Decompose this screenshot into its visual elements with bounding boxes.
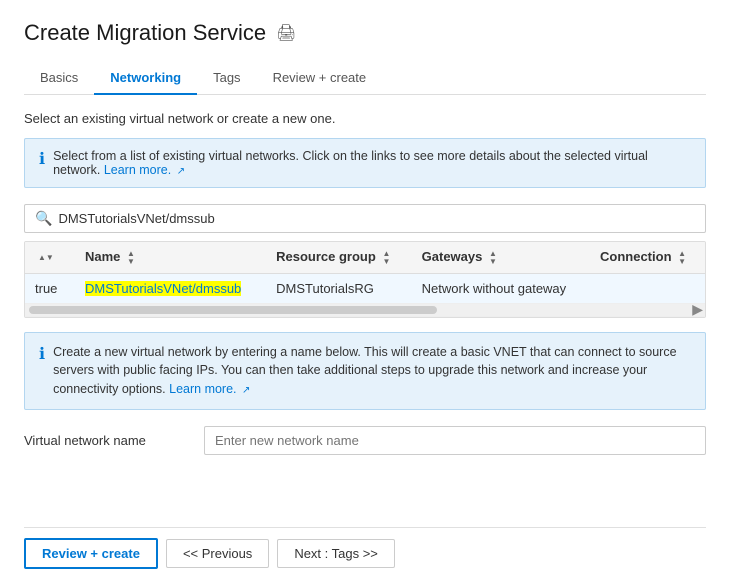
row-gateways: Network without gateway [412, 273, 590, 303]
col-gateways-header[interactable]: Gateways ▲▼ [412, 242, 590, 273]
vnet-name-input[interactable] [204, 426, 706, 455]
vnet-label: Virtual network name [24, 433, 204, 448]
info-box-2-text: Create a new virtual network by entering… [53, 345, 676, 397]
footer: Review + create << Previous Next : Tags … [24, 527, 706, 569]
col-check-header: ▲▼ [25, 242, 75, 273]
row-name-link[interactable]: DMSTutorialsVNet/dmssub [85, 281, 241, 296]
horizontal-scrollbar[interactable]: ▶ [25, 304, 705, 316]
col-rg-header[interactable]: Resource group ▲▼ [266, 242, 412, 273]
row-connection [590, 273, 705, 303]
col-connection-header[interactable]: Connection ▲▼ [590, 242, 705, 273]
scrollbar-row: ▶ [25, 303, 705, 316]
search-box[interactable]: 🔍 [24, 204, 706, 233]
sort-arrows-check[interactable]: ▲▼ [38, 254, 54, 262]
info-box-1-link[interactable]: Learn more. [104, 163, 171, 177]
info-box-2-link[interactable]: Learn more. [169, 382, 236, 396]
virtual-network-row: Virtual network name [24, 426, 706, 455]
review-create-button[interactable]: Review + create [24, 538, 158, 569]
info-box-1: ℹ Select from a list of existing virtual… [24, 138, 706, 188]
col-name-header[interactable]: Name ▲▼ [75, 242, 266, 273]
row-name[interactable]: DMSTutorialsVNet/dmssub [75, 273, 266, 303]
search-icon: 🔍 [35, 210, 52, 227]
sort-arrows-rg[interactable]: ▲▼ [382, 250, 390, 266]
info-box-1-content: Select from a list of existing virtual n… [53, 149, 691, 177]
external-link-icon-1: ↗ [177, 166, 185, 177]
page-title: Create Migration Service [24, 20, 266, 46]
sort-arrows-name[interactable]: ▲▼ [127, 250, 135, 266]
tab-tags[interactable]: Tags [197, 62, 256, 95]
subtitle-text: Select an existing virtual network or cr… [24, 111, 706, 126]
tab-review-create[interactable]: Review + create [257, 62, 383, 95]
info-box-2: ℹ Create a new virtual network by enteri… [24, 332, 706, 410]
info-icon-2: ℹ [39, 343, 45, 367]
info-icon-1: ℹ [39, 149, 45, 169]
previous-button[interactable]: << Previous [166, 539, 269, 568]
tab-basics[interactable]: Basics [24, 62, 94, 95]
tabs-bar: Basics Networking Tags Review + create [24, 62, 706, 95]
print-icon[interactable]: 🖨 [276, 23, 296, 43]
sort-arrows-gateways[interactable]: ▲▼ [489, 250, 497, 266]
search-input[interactable] [58, 211, 695, 226]
row-resource-group: DMSTutorialsRG [266, 273, 412, 303]
network-table: ▲▼ Name ▲▼ Resource group ▲▼ Gateways ▲▼ [24, 241, 706, 318]
scrollbar-thumb[interactable] [29, 306, 437, 314]
next-button[interactable]: Next : Tags >> [277, 539, 395, 568]
scroll-right-arrow[interactable]: ▶ [692, 301, 705, 318]
tab-networking[interactable]: Networking [94, 62, 197, 95]
sort-arrows-connection[interactable]: ▲▼ [678, 250, 686, 266]
row-check: true [25, 273, 75, 303]
table-row[interactable]: true DMSTutorialsVNet/dmssub DMSTutorial… [25, 273, 705, 303]
table-header-row: ▲▼ Name ▲▼ Resource group ▲▼ Gateways ▲▼ [25, 242, 705, 273]
page-title-area: Create Migration Service 🖨 [24, 20, 706, 46]
info-box-2-content: Create a new virtual network by entering… [53, 343, 691, 399]
external-link-icon-2: ↗ [242, 385, 250, 396]
